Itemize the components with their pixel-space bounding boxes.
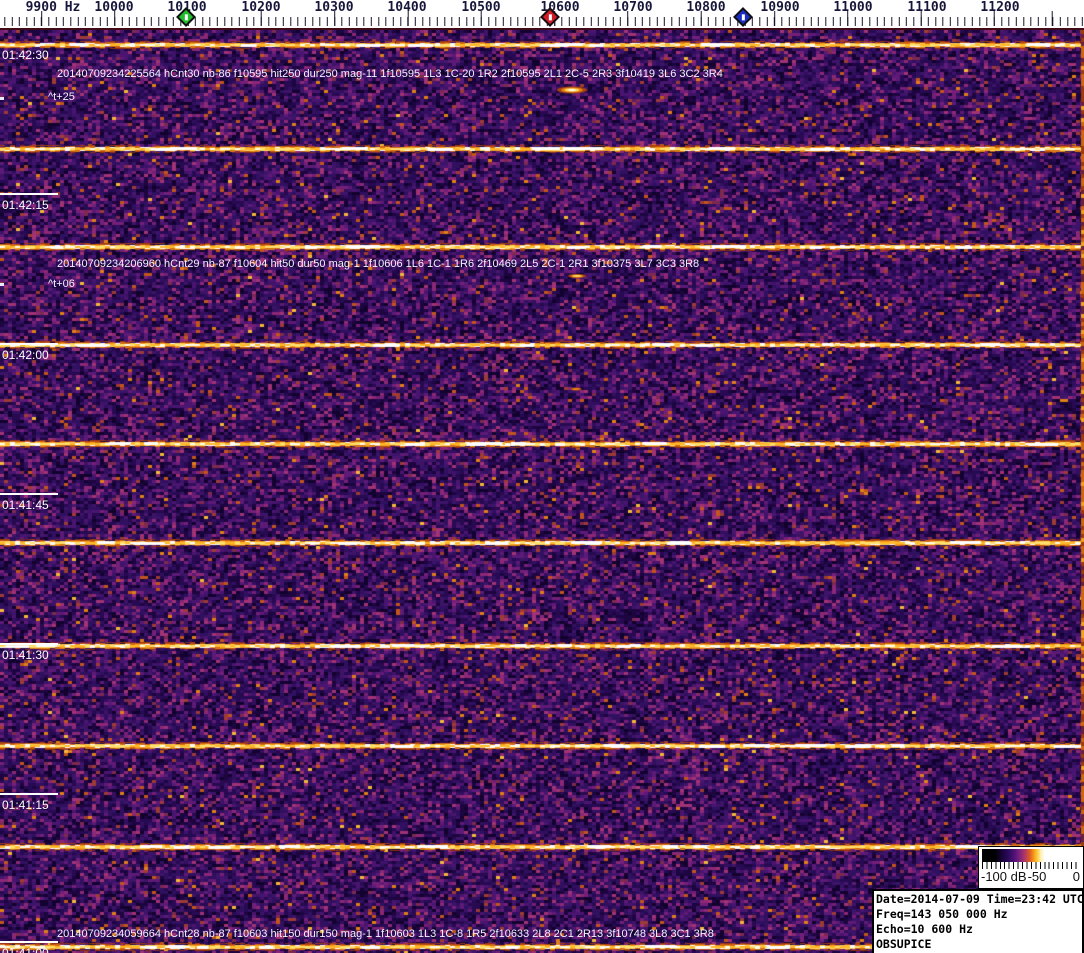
marker-slit bbox=[741, 14, 745, 21]
detection-annotation-1: 20140709234225564 hCnt30 nb-86 f10595 hi… bbox=[57, 68, 723, 80]
time-label-014200: 01:42:00 bbox=[2, 348, 49, 362]
time-tick bbox=[0, 643, 58, 645]
freq-label-10800: 10800 bbox=[686, 0, 726, 15]
freq-label-9900: 9900 Hz bbox=[25, 0, 81, 15]
caret-marker-1: ^t+25 bbox=[48, 91, 75, 103]
freq-label-10300: 10300 bbox=[314, 0, 354, 15]
freq-label-11100: 11100 bbox=[907, 0, 947, 15]
db-labels: -100 dB -50 0 bbox=[981, 869, 1081, 885]
caret-marker-2: ^t+06 bbox=[48, 278, 75, 290]
db-colorbar: -100 dB -50 0 bbox=[978, 846, 1084, 889]
freq-label-11200: 11200 bbox=[980, 0, 1020, 15]
freq-label-11000: 11000 bbox=[833, 0, 873, 15]
spectrogram-canvas bbox=[0, 30, 1084, 953]
freq-label-10200: 10200 bbox=[241, 0, 281, 15]
time-label-014100: 01:41:00 bbox=[2, 946, 49, 953]
time-tick bbox=[0, 941, 58, 943]
db-tick-comb bbox=[982, 862, 1080, 869]
time-label-014115: 01:41:15 bbox=[2, 798, 49, 812]
detection-annotation-3: 20140709234059664 hCnt28 nb-87 f10603 hi… bbox=[57, 928, 714, 940]
blue-diamond-marker-icon bbox=[733, 7, 753, 27]
info-station: OBSUPICE bbox=[876, 937, 932, 951]
db-label-min: -100 dB bbox=[981, 869, 1027, 884]
info-echo: Echo=10 600 Hz bbox=[876, 922, 973, 936]
frequency-ruler: 9900 Hz 10000 10100 10200 10300 10400 10… bbox=[0, 0, 1084, 30]
time-tick bbox=[0, 493, 58, 495]
time-tick bbox=[0, 193, 58, 195]
freq-label-10000: 10000 bbox=[94, 0, 134, 15]
db-label-mid: -50 bbox=[1027, 869, 1047, 884]
meteor-spectrogram-app: 9900 Hz 10000 10100 10200 10300 10400 10… bbox=[0, 0, 1084, 953]
time-tick bbox=[0, 793, 58, 795]
info-frequency: Freq=143 050 000 Hz bbox=[876, 907, 1008, 921]
time-label-014215: 01:42:15 bbox=[2, 198, 49, 212]
freq-label-10900: 10900 bbox=[760, 0, 800, 15]
freq-label-10700: 10700 bbox=[613, 0, 653, 15]
time-label-014230: 01:42:30 bbox=[2, 48, 49, 62]
caret-edge-mark bbox=[0, 97, 4, 100]
freq-label-10500: 10500 bbox=[461, 0, 501, 15]
caret-edge-mark bbox=[0, 283, 4, 286]
marker-slit bbox=[184, 14, 188, 21]
time-label-014145: 01:41:45 bbox=[2, 498, 49, 512]
marker-slit bbox=[548, 14, 552, 21]
freq-label-10400: 10400 bbox=[387, 0, 427, 15]
time-label-014130: 01:41:30 bbox=[2, 648, 49, 662]
db-label-max: 0 bbox=[1072, 869, 1080, 884]
db-gradient bbox=[982, 849, 1080, 862]
detection-annotation-2: 20140709234206960 hCnt29 nb-87 f10604 hi… bbox=[57, 258, 700, 270]
info-date-time: Date=2014-07-09 Time=23:42 UTC bbox=[876, 892, 1084, 906]
info-panel: Date=2014-07-09 Time=23:42 UTC Freq=143 … bbox=[872, 889, 1084, 953]
time-tick bbox=[0, 343, 58, 345]
